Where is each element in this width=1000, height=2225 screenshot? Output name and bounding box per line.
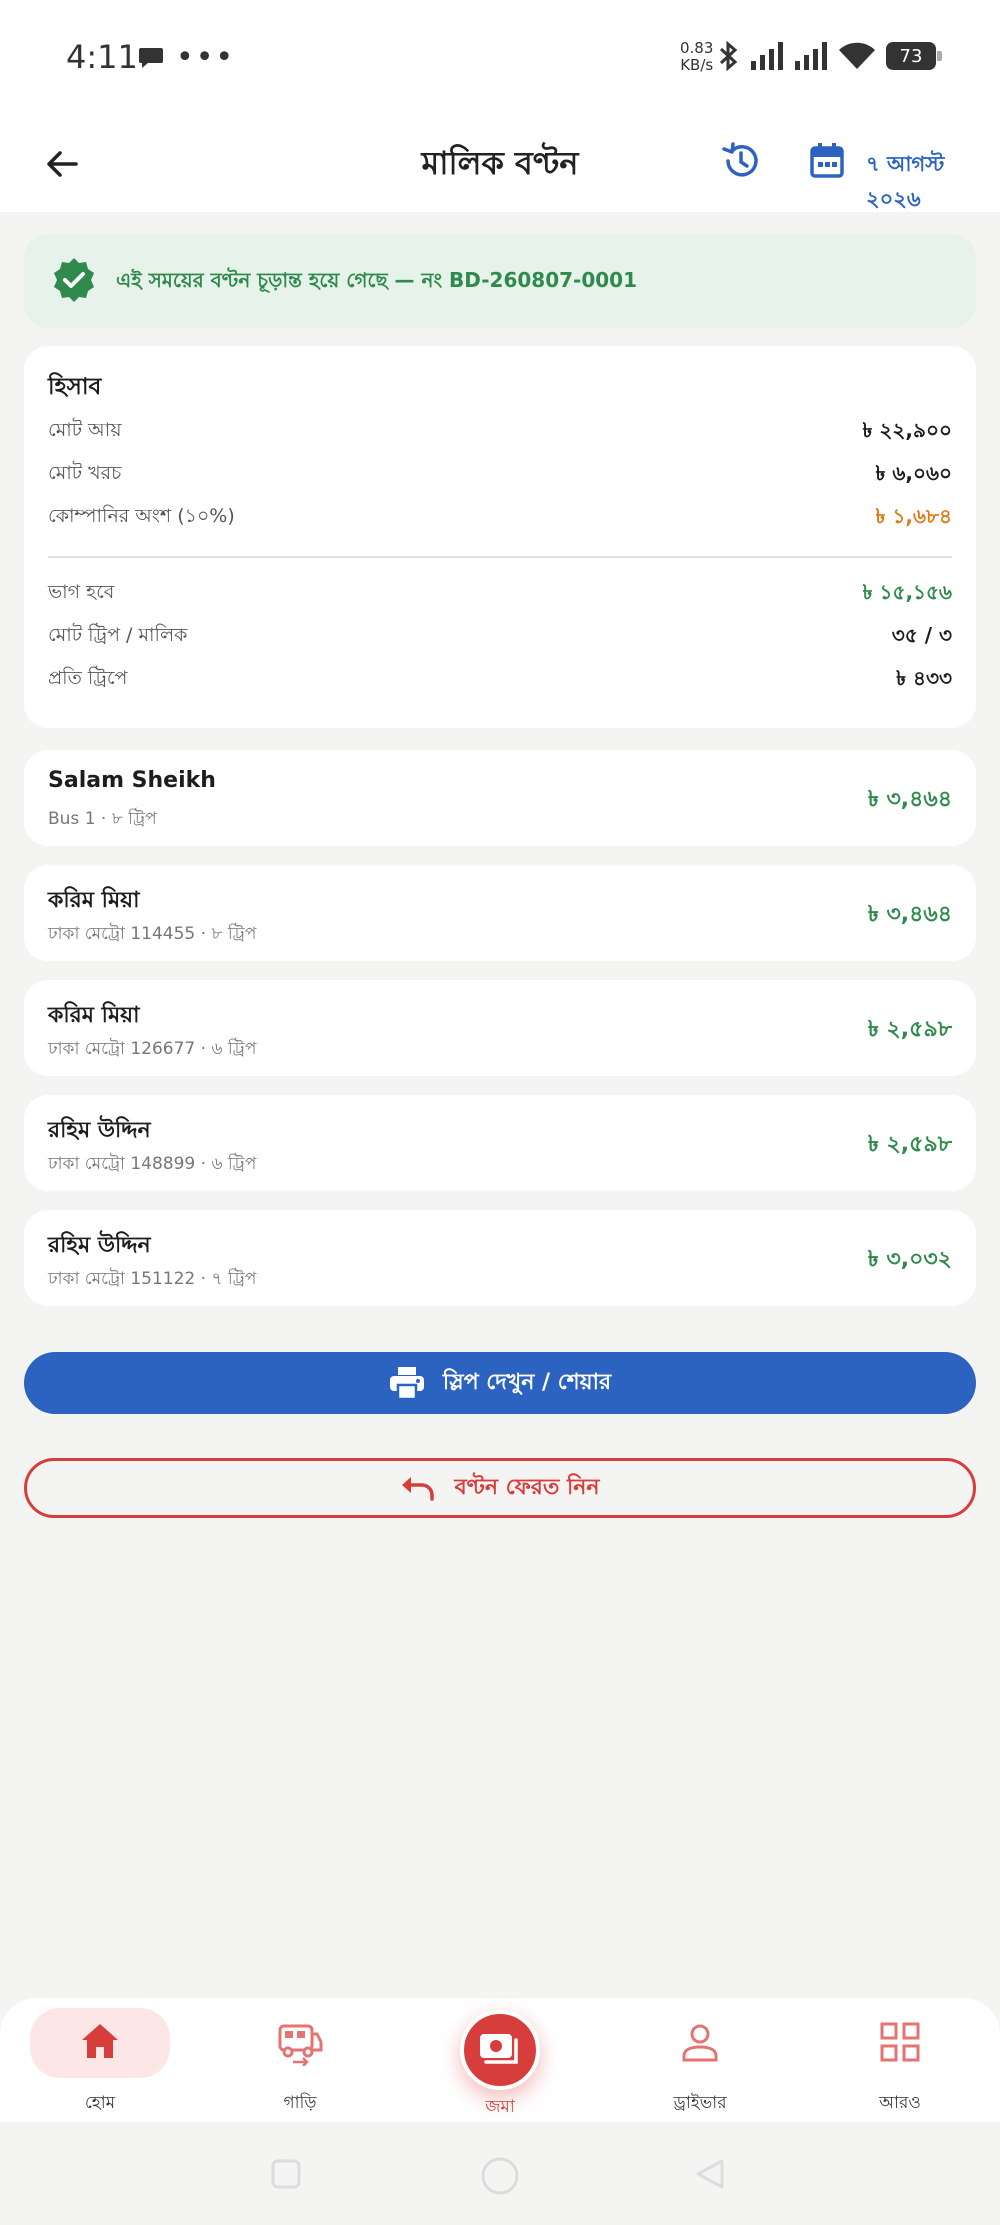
nav-label-more: আরও bbox=[879, 2093, 921, 2113]
nav-label-driver: ড্রাইভার bbox=[673, 2093, 727, 2113]
undo-icon bbox=[402, 1477, 435, 1501]
bus-icon bbox=[278, 2024, 323, 2066]
revert-distribution-label: বণ্টন ফেরত নিন bbox=[454, 1474, 600, 1500]
summary-row-total-expense: মোট খরচ ৳ ৬,০৬০ bbox=[48, 460, 952, 485]
owner-card[interactable]: করিম মিয়া ঢাকা মেট্রো 126677 · ৬ ট্রিপ … bbox=[24, 980, 976, 1076]
owner-amount: ৳ ৩,০৩২ bbox=[867, 1247, 952, 1272]
nav-label-home: হোম bbox=[84, 2093, 116, 2113]
chat-notification-icon bbox=[138, 46, 164, 74]
summary-row-trips-owners: মোট ট্রিপ / মালিক ৩৫ / ৩ bbox=[48, 622, 952, 647]
printer-icon bbox=[389, 1367, 424, 1400]
system-navigation-bar bbox=[0, 2122, 1000, 2225]
owner-card[interactable]: রহিম উদ্দিন ঢাকা মেট্রো 148899 · ৬ ট্রিপ… bbox=[24, 1095, 976, 1191]
owner-name: রহিম উদ্দিন bbox=[48, 1233, 151, 1258]
person-icon bbox=[682, 2024, 718, 2062]
owner-card[interactable]: করিম মিয়া ঢাকা মেট্রো 114455 · ৮ ট্রিপ … bbox=[24, 865, 976, 961]
cash-icon bbox=[480, 2034, 518, 2064]
owner-amount: ৳ ৩,৪৬৪ bbox=[867, 902, 952, 927]
battery-icon: 73 bbox=[886, 42, 942, 70]
revert-distribution-button[interactable]: বণ্টন ফেরত নিন bbox=[24, 1458, 976, 1518]
history-icon bbox=[722, 142, 758, 177]
owner-amount: ৳ ২,৫৯৮ bbox=[867, 1132, 952, 1157]
summary-row-distributable: ভাগ হবে ৳ ১৫,১৫৬ bbox=[48, 579, 952, 604]
owner-name: করিম মিয়া bbox=[48, 888, 140, 913]
view-share-slip-label: স্লিপ দেখুন / শেয়ার bbox=[442, 1369, 612, 1395]
date-picker-button[interactable] bbox=[810, 142, 844, 178]
banner-message: এই সময়ের বণ্টন চূড়ান্ত হয়ে গেছে — নং … bbox=[116, 268, 638, 292]
page-title: মালিক বণ্টন bbox=[421, 144, 579, 182]
summary-title: হিসাব bbox=[48, 374, 102, 400]
owner-amount: ৳ ৩,৪৬৪ bbox=[867, 787, 952, 812]
owner-vehicle-trips: Bus 1 · ৮ ট্রিপ bbox=[48, 809, 157, 829]
owner-vehicle-trips: ঢাকা মেট্রো 151122 · ৭ ট্রিপ bbox=[48, 1269, 257, 1289]
history-button[interactable] bbox=[720, 140, 762, 182]
owner-vehicle-trips: ঢাকা মেট্রো 148899 · ৬ ট্রিপ bbox=[48, 1154, 257, 1174]
wifi-icon bbox=[839, 42, 875, 69]
summary-row-total-income: মোট আয় ৳ ২২,৯০০ bbox=[48, 417, 952, 442]
back-triangle-icon[interactable] bbox=[694, 2158, 726, 2190]
summary-card: হিসাব মোট আয় ৳ ২২,৯০০ মোট খরচ ৳ ৬,০৬০ ক… bbox=[24, 346, 976, 728]
nav-item-more[interactable]: আরও bbox=[830, 2008, 970, 2113]
nav-item-driver[interactable]: ড্রাইভার bbox=[630, 2008, 770, 2113]
signal-icon-2 bbox=[795, 42, 827, 70]
owner-vehicle-trips: ঢাকা মেট্রো 126677 · ৬ ট্রিপ bbox=[48, 1039, 257, 1059]
nav-label-vehicle: গাড়ি bbox=[283, 2093, 317, 2113]
more-notifications-icon: ••• bbox=[176, 40, 236, 75]
top-app-bar: মালিক বণ্টন ৭ আগস্ট ২০২৬ bbox=[0, 120, 1000, 212]
owner-amount: ৳ ২,৫৯৮ bbox=[867, 1017, 952, 1042]
nav-label-deposit: জমা bbox=[485, 2097, 515, 2117]
home-circle-icon[interactable] bbox=[480, 2156, 520, 2196]
owner-vehicle-trips: ঢাকা মেট্রো 114455 · ৮ ট্রিপ bbox=[48, 924, 257, 944]
network-speed: 0.83 KB/s bbox=[680, 39, 714, 74]
view-share-slip-button[interactable]: স্লিপ দেখুন / শেয়ার bbox=[24, 1352, 976, 1414]
status-bar: 4:11 ••• 0.83 KB/s 73 bbox=[0, 0, 1000, 120]
status-time: 4:11 bbox=[66, 38, 138, 76]
owner-name: রহিম উদ্দিন bbox=[48, 1118, 151, 1143]
bluetooth-icon bbox=[719, 40, 738, 72]
summary-divider bbox=[48, 556, 952, 558]
summary-row-company-share: কোম্পানির অংশ (১০%) ৳ ১,৬৮৪ bbox=[48, 503, 952, 528]
signal-icon bbox=[751, 42, 783, 70]
calendar-icon bbox=[810, 143, 844, 178]
nav-item-deposit-fab[interactable] bbox=[460, 2010, 540, 2090]
recent-apps-icon[interactable] bbox=[270, 2158, 302, 2190]
owner-card[interactable]: Salam Sheikh Bus 1 · ৮ ট্রিপ ৳ ৩,৪৬৪ bbox=[24, 750, 976, 846]
owner-name: Salam Sheikh bbox=[48, 768, 216, 793]
owner-name: করিম মিয়া bbox=[48, 1003, 140, 1028]
nav-item-vehicle[interactable]: গাড়ি bbox=[230, 2008, 370, 2113]
finalized-banner: এই সময়ের বণ্টন চূড়ান্ত হয়ে গেছে — নং … bbox=[24, 234, 976, 328]
status-icons: 73 bbox=[718, 40, 942, 72]
selected-date[interactable]: ৭ আগস্ট ২০২৬ bbox=[866, 148, 1000, 218]
verified-check-icon bbox=[54, 258, 94, 302]
summary-row-per-trip: প্রতি ট্রিপে ৳ ৪৩৩ bbox=[48, 665, 952, 690]
owner-card[interactable]: রহিম উদ্দিন ঢাকা মেট্রো 151122 · ৭ ট্রিপ… bbox=[24, 1210, 976, 1306]
nav-item-home[interactable]: হোম bbox=[30, 2008, 170, 2113]
home-icon bbox=[82, 2024, 118, 2058]
grid-icon bbox=[880, 2022, 920, 2062]
